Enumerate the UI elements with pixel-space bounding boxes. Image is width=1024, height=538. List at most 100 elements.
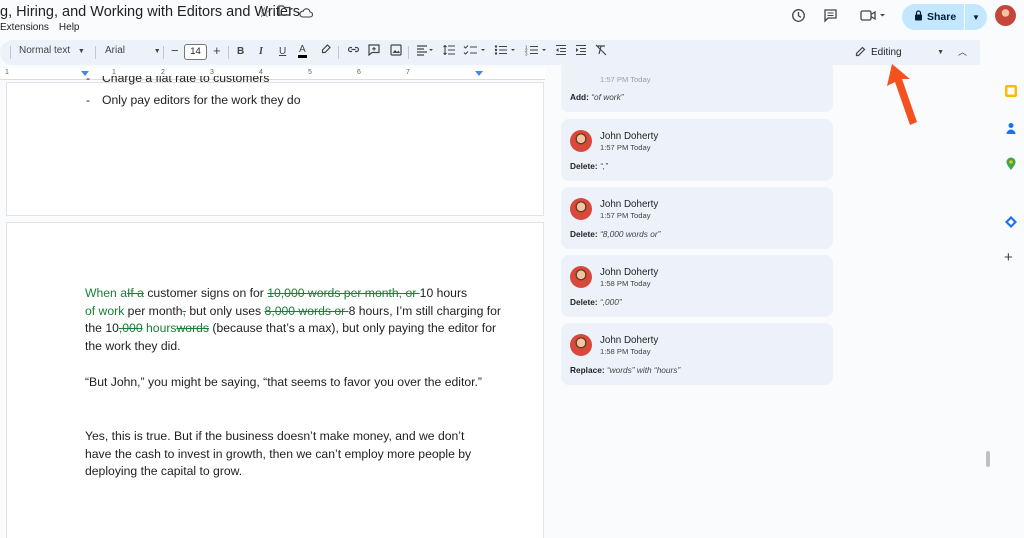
ruler-number: 5 — [308, 69, 312, 76]
suggestion-time: 1:57 PM Today — [600, 75, 651, 84]
add-comment-icon[interactable] — [368, 44, 380, 59]
suggestion-detail: “,” — [599, 161, 608, 171]
paragraph-text: but only uses — [185, 303, 265, 318]
font-select[interactable]: Arial ▼ — [105, 45, 161, 56]
italic-icon[interactable]: I — [259, 46, 263, 57]
suggestion-card[interactable]: John Doherty 1:58 PM Today Replace: “wor… — [561, 323, 833, 385]
maps-icon[interactable] — [1004, 157, 1018, 171]
ruler-number: 1 — [5, 69, 9, 76]
bold-icon[interactable]: B — [237, 46, 244, 57]
document-title[interactable]: g, Hiring, and Working with Editors and … — [0, 4, 300, 20]
add-addon-icon[interactable]: + — [1004, 250, 1018, 265]
paragraph[interactable]: Yes, this is true. But if the business d… — [85, 428, 480, 481]
paragraph-text: per month — [124, 303, 183, 318]
list-item-text: Charge a flat rate to customers — [102, 76, 270, 85]
numbered-list-icon[interactable]: 123 — [525, 44, 551, 59]
keep-icon[interactable] — [1004, 215, 1018, 229]
paragraph-text: 10 hours — [419, 286, 468, 300]
toolbar-separator — [228, 46, 229, 59]
menu-extensions[interactable]: Extensions — [0, 22, 49, 33]
avatar — [570, 198, 592, 220]
hide-menus-icon[interactable]: ︿ — [958, 45, 967, 58]
suggested-deletion[interactable]: If a — [127, 286, 144, 300]
ruler[interactable]: 1 1 2 3 4 5 6 7 — [0, 68, 545, 80]
cloud-saved-icon[interactable] — [299, 5, 314, 21]
ruler-number: 7 — [406, 69, 410, 76]
increase-font-size-button[interactable]: + — [213, 43, 221, 58]
increase-indent-icon[interactable] — [575, 44, 587, 59]
line-spacing-icon[interactable] — [443, 44, 456, 59]
suggested-insertion[interactable]: hours — [143, 321, 177, 335]
toolbar-separator — [95, 46, 96, 59]
suggested-deletion[interactable]: 8,000 words or — [265, 304, 349, 318]
suggestion-card[interactable]: 1:57 PM Today Add: “of work” — [561, 60, 833, 112]
comments-icon[interactable] — [823, 8, 838, 27]
suggestion-card[interactable]: John Doherty 1:58 PM Today Delete: “,000… — [561, 255, 833, 317]
share-dropdown-icon[interactable]: ▼ — [965, 13, 987, 22]
editing-mode-select[interactable]: Editing ▼ — [850, 43, 944, 62]
highlight-icon[interactable] — [321, 44, 331, 59]
suggestion-action-type: Delete: — [570, 229, 598, 239]
calendar-icon[interactable] — [1004, 84, 1018, 98]
share-main[interactable]: Share — [902, 4, 964, 30]
list-item[interactable]: - Only pay editors for the work they do — [86, 93, 300, 107]
editing-mode-label: Editing — [871, 47, 902, 58]
right-indent-marker[interactable] — [475, 71, 483, 76]
style-select[interactable]: Normal text ▼ — [19, 45, 85, 56]
annotation-arrow-icon — [887, 64, 917, 125]
bulleted-list-icon[interactable] — [494, 44, 520, 59]
avatar — [570, 130, 592, 152]
toolbar-separator — [338, 46, 339, 59]
font-size-input[interactable]: 14 — [184, 44, 207, 60]
avatar — [570, 334, 592, 356]
share-button[interactable]: Share ▼ — [902, 4, 987, 30]
paragraph[interactable]: “But John,” you might be saying, “that s… — [85, 374, 505, 392]
clear-formatting-icon[interactable] — [595, 44, 607, 59]
suggestion-action-type: Add: — [570, 92, 589, 102]
decrease-font-size-button[interactable]: − — [171, 43, 179, 58]
suggested-deletion[interactable]: 10,000 words per month, or — [267, 286, 419, 300]
suggestion-detail: “of work” — [591, 92, 624, 102]
suggestion-detail: “words” with “hours” — [606, 365, 681, 375]
tasks-icon[interactable] — [1004, 121, 1018, 135]
ruler-number: 2 — [161, 69, 165, 76]
chevron-down-icon: ▼ — [153, 48, 161, 55]
suggestion-action: Delete: “,000” — [570, 297, 622, 307]
meet-icon[interactable] — [860, 8, 886, 27]
suggestion-card[interactable]: John Doherty 1:57 PM Today Delete: “,” — [561, 119, 833, 181]
suggestion-time: 1:58 PM Today — [600, 347, 651, 356]
scrollbar-thumb[interactable] — [986, 451, 990, 467]
suggestion-card[interactable]: John Doherty 1:57 PM Today Delete: “8,00… — [561, 187, 833, 249]
checklist-icon[interactable] — [463, 44, 489, 59]
account-avatar[interactable] — [995, 5, 1016, 26]
version-history-icon[interactable] — [791, 8, 806, 27]
suggested-insertion[interactable]: of work — [85, 304, 124, 318]
font-select-label: Arial — [105, 45, 126, 56]
suggestion-action: Replace: “words” with “hours” — [570, 365, 680, 375]
paragraph-with-suggestions[interactable]: When aIf a customer signs on for 10,000 … — [85, 285, 505, 355]
link-icon[interactable] — [347, 44, 360, 58]
text-color-icon[interactable]: A — [298, 44, 307, 58]
decrease-indent-icon[interactable] — [555, 44, 567, 59]
move-folder-icon[interactable] — [278, 5, 291, 19]
list-item-text: Only pay editors for the work they do — [102, 93, 301, 107]
suggestion-action: Add: “of work” — [570, 92, 624, 102]
chevron-down-icon: ▼ — [937, 49, 944, 56]
align-icon[interactable] — [416, 44, 434, 59]
suggestion-action-type: Delete: — [570, 297, 598, 307]
underline-icon[interactable]: U — [279, 46, 286, 57]
suggested-deletion[interactable]: words — [177, 321, 210, 335]
suggestion-action-type: Replace: — [570, 365, 605, 375]
list-item[interactable]: - Charge a flat rate to customers — [86, 76, 269, 87]
svg-text:3: 3 — [525, 52, 528, 57]
suggestion-author: John Doherty — [600, 335, 659, 346]
ruler-number: 4 — [259, 69, 263, 76]
share-label: Share — [927, 11, 957, 23]
suggestion-author: John Doherty — [600, 131, 659, 142]
menu-help[interactable]: Help — [59, 22, 80, 33]
suggestion-author: John Doherty — [600, 267, 659, 278]
insert-image-icon[interactable] — [390, 44, 402, 59]
suggested-insertion[interactable]: When a — [85, 286, 127, 300]
star-icon[interactable]: ☆ — [258, 4, 271, 21]
suggested-deletion[interactable]: ,000 — [119, 321, 143, 335]
